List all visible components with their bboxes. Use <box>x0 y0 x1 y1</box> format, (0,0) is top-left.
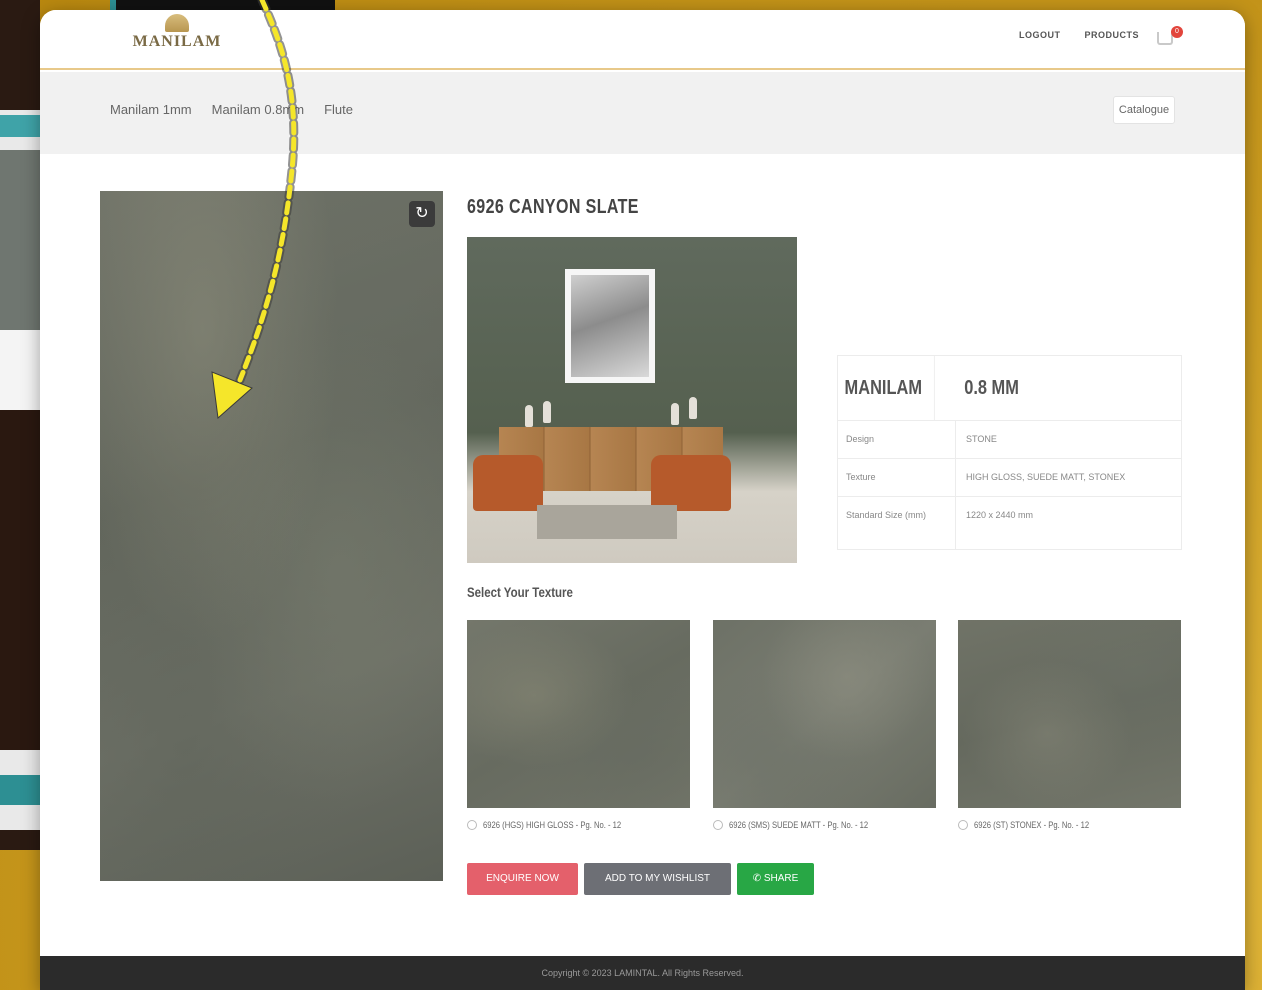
products-link[interactable]: PRODUCTS <box>1084 30 1139 40</box>
texture-option[interactable]: 6926 (ST) STONEX - Pg. No. - 12 <box>958 820 1109 830</box>
background-strip <box>0 150 40 330</box>
texture-option[interactable]: 6926 (SMS) SUEDE MATT - Pg. No. - 12 <box>713 820 893 830</box>
share-label: SHARE <box>763 873 799 884</box>
texture-radio[interactable] <box>467 820 477 830</box>
spec-value: HIGH GLOSS, SUEDE MATT, STONEX <box>966 472 1126 482</box>
logo-mark-icon <box>165 14 189 32</box>
texture-swatch-stonex[interactable] <box>958 620 1181 808</box>
subnav-item-1mm[interactable]: Manilam 1mm <box>110 102 192 117</box>
room-vase <box>689 397 697 419</box>
texture-radio[interactable] <box>958 820 968 830</box>
background-left-panel <box>0 110 40 830</box>
subnav-items: Manilam 1mm Manilam 0.8mm Flute <box>110 102 353 117</box>
room-vase <box>543 401 551 423</box>
whatsapp-icon: ✆ <box>752 873 764 884</box>
room-chair <box>651 455 731 511</box>
spec-thickness: 0.8 MM <box>964 377 1019 399</box>
room-table <box>537 505 677 539</box>
texture-caption: 6926 (HGS) HIGH GLOSS - Pg. No. - 12 <box>483 820 622 830</box>
cart-badge: 0 <box>1171 26 1183 38</box>
spec-key: Texture <box>838 459 956 496</box>
room-preview-image <box>467 237 797 563</box>
cart-button[interactable]: 0 <box>1157 26 1183 48</box>
header-links: LOGOUT PRODUCTS <box>1019 30 1139 40</box>
room-frame-picture <box>571 275 649 377</box>
footer-copyright: Copyright © 2023 LAMINTAL. All Rights Re… <box>541 968 744 978</box>
background-strip <box>0 410 40 750</box>
room-wall-frame <box>565 269 655 383</box>
rotate-icon[interactable]: ↻ <box>409 201 435 227</box>
select-texture-label: Select Your Texture <box>467 584 573 600</box>
background-strip <box>0 775 40 805</box>
site-footer: Copyright © 2023 LAMINTAL. All Rights Re… <box>40 956 1245 990</box>
product-actions: ENQUIRE NOW ADD TO MY WISHLIST ✆ SHARE <box>467 863 814 895</box>
texture-caption: 6926 (ST) STONEX - Pg. No. - 12 <box>974 820 1090 830</box>
product-main-swatch: ↻ <box>100 191 443 881</box>
room-chair <box>473 455 543 511</box>
add-to-wishlist-button[interactable]: ADD TO MY WISHLIST <box>584 863 731 895</box>
spec-key: Standard Size (mm) <box>838 497 956 549</box>
spec-value: STONE <box>966 434 997 444</box>
spec-row: Texture HIGH GLOSS, SUEDE MATT, STONEX <box>838 459 1181 497</box>
logout-link[interactable]: LOGOUT <box>1019 30 1061 40</box>
logo-text: MANILAM <box>132 33 222 50</box>
share-button[interactable]: ✆ SHARE <box>737 863 814 895</box>
enquire-now-button[interactable]: ENQUIRE NOW <box>467 863 578 895</box>
browser-window: MANILAM LOGOUT PRODUCTS 0 Manilam 1mm Ma… <box>40 10 1245 990</box>
subnav-item-08mm[interactable]: Manilam 0.8mm <box>212 102 304 117</box>
texture-swatch-suede-matt[interactable] <box>713 620 936 808</box>
texture-caption: 6926 (SMS) SUEDE MATT - Pg. No. - 12 <box>729 820 869 830</box>
texture-option[interactable]: 6926 (HGS) HIGH GLOSS - Pg. No. - 12 <box>467 820 646 830</box>
subnav-item-flute[interactable]: Flute <box>324 102 353 117</box>
texture-radio[interactable] <box>713 820 723 830</box>
product-title: 6926 CANYON SLATE <box>467 196 639 218</box>
sub-navigation: Manilam 1mm Manilam 0.8mm Flute Catalogu… <box>40 72 1245 154</box>
spec-row: Standard Size (mm) 1220 x 2440 mm <box>838 497 1181 549</box>
spec-key: Design <box>838 421 956 458</box>
site-header: MANILAM LOGOUT PRODUCTS 0 <box>40 10 1245 70</box>
texture-swatch-high-gloss[interactable] <box>467 620 690 808</box>
spec-table: MANILAM 0.8 MM Design STONE Texture HIGH… <box>837 355 1182 550</box>
spec-row: Design STONE <box>838 421 1181 459</box>
catalogue-button[interactable]: Catalogue <box>1113 96 1175 124</box>
spec-table-header: MANILAM 0.8 MM <box>838 356 1181 421</box>
room-vase <box>671 403 679 425</box>
spec-value: 1220 x 2440 mm <box>966 510 1034 520</box>
spec-brand: MANILAM <box>838 356 935 420</box>
background-strip <box>0 330 40 410</box>
background-strip <box>0 115 40 137</box>
logo[interactable]: MANILAM <box>122 14 232 66</box>
room-vase <box>525 405 533 427</box>
